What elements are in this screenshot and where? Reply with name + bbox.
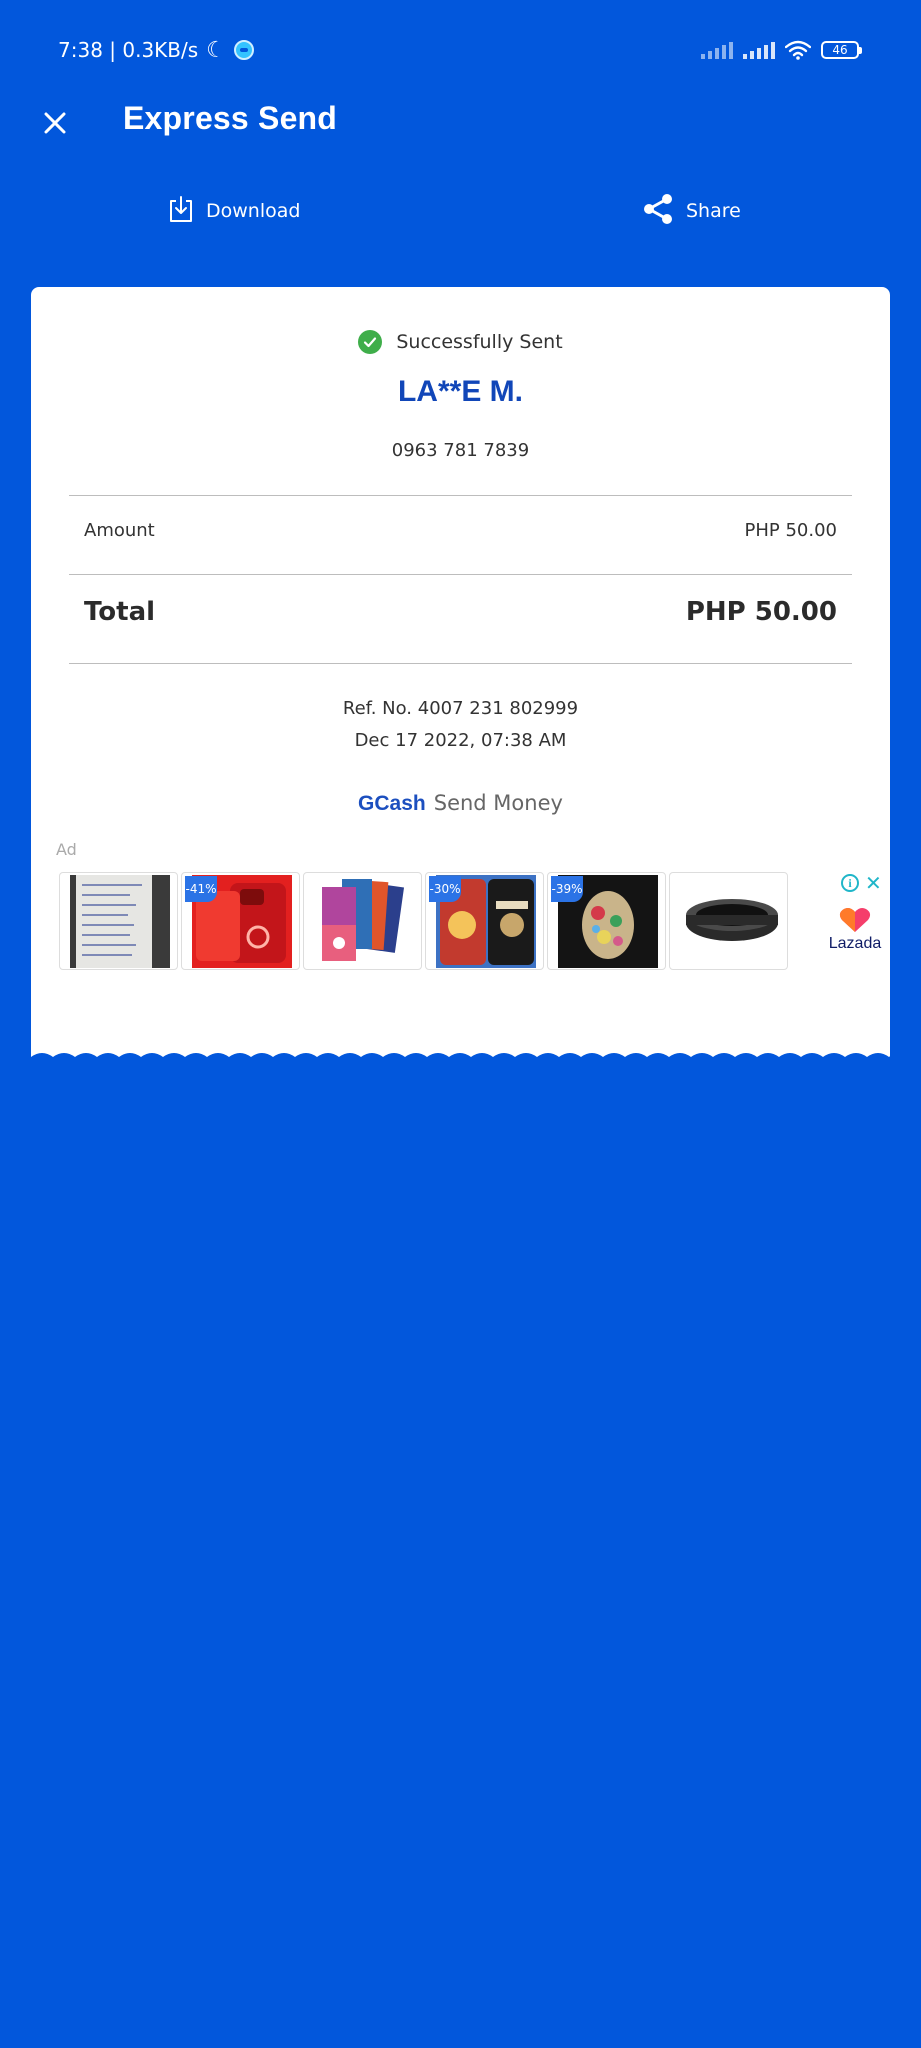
brand-service: Send Money — [433, 791, 563, 815]
ad-product[interactable] — [303, 872, 422, 970]
share-icon — [642, 193, 674, 230]
share-label: Share — [686, 200, 741, 222]
reference-info: Ref. No. 4007 231 802999 Dec 17 2022, 07… — [31, 693, 890, 757]
check-circle-icon — [358, 330, 383, 354]
ad-product[interactable]: -39% — [547, 872, 666, 970]
ad-banner[interactable]: -41% -30% -39% i ✕ Lazada — [59, 872, 891, 972]
amount-value: PHP 50.00 — [744, 520, 838, 541]
amount-label: Amount — [84, 520, 155, 541]
handwritten-list-phone-case-icon — [70, 875, 170, 968]
total-row: Total PHP 50.00 — [84, 597, 837, 627]
discount-badge: -41% — [185, 876, 217, 902]
ad-close-icon[interactable]: ✕ — [865, 873, 882, 893]
total-label: Total — [84, 597, 156, 627]
brand-footer: GCash Send Money — [31, 791, 890, 816]
status-time: 7:38 | 0.3KB/s — [58, 38, 199, 62]
ad-info-icon[interactable]: i — [841, 874, 859, 892]
divider — [69, 495, 852, 496]
signal-icon — [743, 41, 775, 59]
close-icon[interactable] — [40, 108, 70, 138]
ad-product[interactable] — [669, 872, 788, 970]
itunes-gift-cards-icon — [314, 875, 414, 968]
lazada-name: Lazada — [828, 935, 882, 952]
moon-icon: ☾ — [206, 37, 226, 63]
app-header: Express Send — [0, 100, 921, 166]
action-bar: Download Share — [0, 186, 921, 236]
recipient-name: LA**E M. — [397, 375, 523, 408]
amount-row: Amount PHP 50.00 — [84, 520, 837, 541]
lazada-ad-panel[interactable]: i ✕ Lazada — [819, 872, 891, 970]
ad-product[interactable] — [59, 872, 178, 970]
lazada-logo-icon — [839, 908, 871, 932]
receipt-card: Successfully Sent LA**E M. 0963 781 7839… — [31, 287, 891, 1065]
status-right: 46 — [701, 40, 862, 60]
page-title: Express Send — [123, 100, 338, 136]
status-bar: 7:38 | 0.3KB/s ☾ 46 — [0, 0, 921, 100]
lens-hood-icon — [680, 875, 780, 968]
reference-number: Ref. No. 4007 231 802999 — [342, 698, 579, 719]
share-button[interactable]: Share — [642, 186, 741, 236]
discount-badge: -39% — [551, 876, 583, 902]
ad-label: Ad — [56, 840, 77, 859]
messenger-icon — [233, 40, 254, 60]
success-status: Successfully Sent — [31, 330, 890, 354]
success-text: Successfully Sent — [396, 331, 563, 353]
download-icon — [168, 195, 194, 228]
battery-icon: 46 — [821, 41, 862, 59]
transaction-datetime: Dec 17 2022, 07:38 AM — [354, 730, 567, 751]
status-left: 7:38 | 0.3KB/s ☾ — [58, 38, 254, 63]
receipt-torn-edge — [31, 1053, 890, 1065]
ad-product[interactable]: -30% — [425, 872, 544, 970]
signal-icon — [701, 41, 733, 59]
ad-product[interactable]: -41% — [181, 872, 300, 970]
divider — [69, 663, 852, 664]
divider — [69, 574, 852, 575]
discount-badge: -30% — [429, 876, 461, 902]
download-label: Download — [206, 200, 301, 222]
wifi-icon — [785, 40, 811, 60]
ad-controls: i ✕ — [841, 873, 882, 893]
recipient-phone: 0963 781 7839 — [391, 440, 530, 461]
download-button[interactable]: Download — [168, 186, 300, 236]
gcash-logo: GCash — [358, 792, 426, 815]
total-value: PHP 50.00 — [685, 597, 837, 627]
